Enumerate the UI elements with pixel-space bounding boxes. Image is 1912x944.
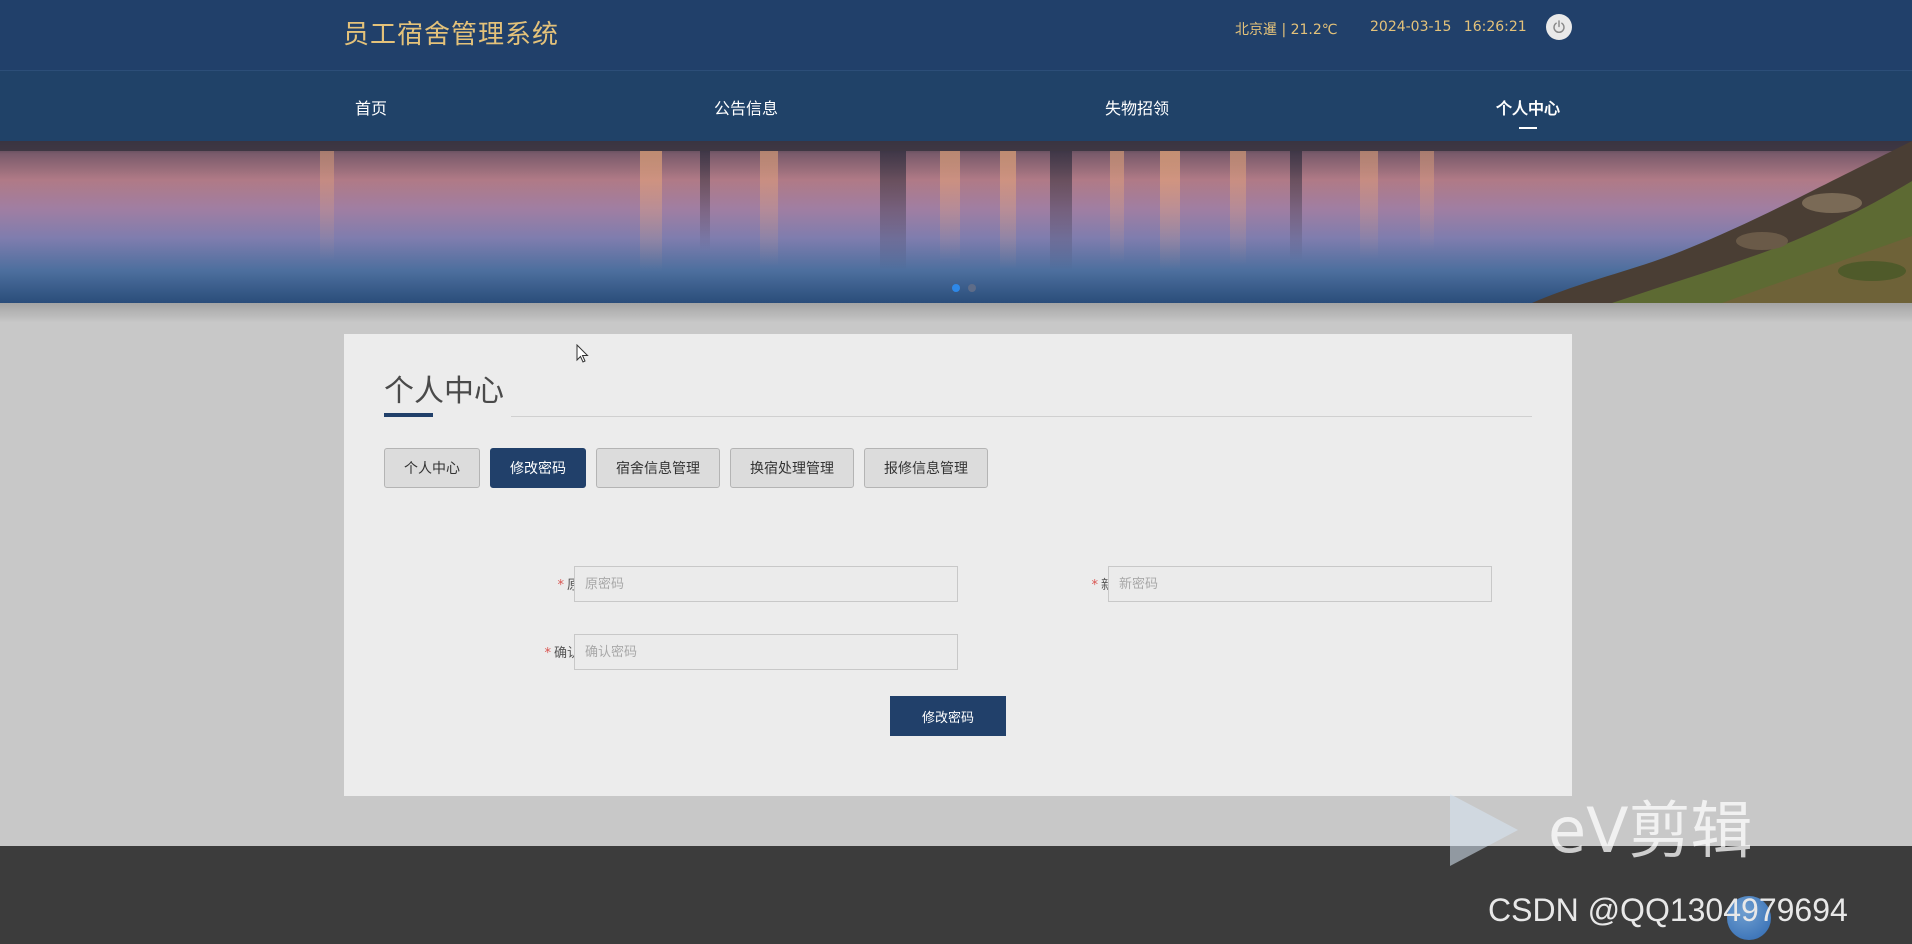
tab-dorm-info[interactable]: 宿舍信息管理 xyxy=(596,448,720,488)
main-nav: 首页 公告信息 失物招领 个人中心 xyxy=(0,70,1912,142)
personal-center-panel: 个人中心 个人中心 修改密码 宿舍信息管理 换宿处理管理 报修信息管理 *原密码… xyxy=(344,334,1572,796)
power-icon xyxy=(1553,20,1565,34)
required-mark: * xyxy=(1091,578,1098,593)
nav-item-personal-center[interactable]: 个人中心 xyxy=(1496,95,1560,119)
panel-title-divider xyxy=(511,416,1532,417)
current-datetime: 2024-03-15 16:26:21 xyxy=(1370,19,1527,35)
panel-title-accent xyxy=(384,413,433,417)
site-title: 员工宿舍管理系统 xyxy=(343,20,560,50)
tab-dorm-change[interactable]: 换宿处理管理 xyxy=(730,448,854,488)
panel-tabs: 个人中心 修改密码 宿舍信息管理 换宿处理管理 报修信息管理 xyxy=(384,448,988,488)
required-mark: * xyxy=(544,646,551,661)
old-password-field[interactable] xyxy=(574,566,958,602)
carousel-dot[interactable] xyxy=(968,284,976,292)
change-password-button[interactable]: 修改密码 xyxy=(890,696,1006,736)
tab-personal-center[interactable]: 个人中心 xyxy=(384,448,480,488)
confirm-password-field[interactable] xyxy=(574,634,958,670)
banner-shore xyxy=(1532,141,1912,303)
nav-item-lost-found[interactable]: 失物招领 xyxy=(1105,95,1169,119)
mouse-cursor-icon xyxy=(576,344,589,363)
ev-watermark: eV剪辑 xyxy=(1548,794,1753,867)
page: 员工宿舍管理系统 北京暹 | 21.2℃ 2024-03-15 16:26:21… xyxy=(0,0,1912,944)
weather-info: 北京暹 | 21.2℃ xyxy=(1235,22,1338,38)
carousel-dot[interactable] xyxy=(952,284,960,292)
banner-carousel xyxy=(0,141,1912,303)
top-header: 员工宿舍管理系统 北京暹 | 21.2℃ 2024-03-15 16:26:21 xyxy=(0,0,1912,70)
tab-repair-info[interactable]: 报修信息管理 xyxy=(864,448,988,488)
csdn-watermark: CSDN @QQ1304979694 xyxy=(1488,892,1848,928)
nav-active-indicator xyxy=(1519,127,1537,129)
new-password-field[interactable] xyxy=(1108,566,1492,602)
logout-button[interactable] xyxy=(1546,14,1572,40)
tab-change-password[interactable]: 修改密码 xyxy=(490,448,586,488)
nav-item-home[interactable]: 首页 xyxy=(355,95,387,119)
required-mark: * xyxy=(557,578,564,593)
carousel-indicators xyxy=(952,284,976,292)
nav-item-announcements[interactable]: 公告信息 xyxy=(714,95,778,119)
panel-title: 个人中心 xyxy=(384,374,504,409)
banner-shadow xyxy=(0,303,1912,323)
